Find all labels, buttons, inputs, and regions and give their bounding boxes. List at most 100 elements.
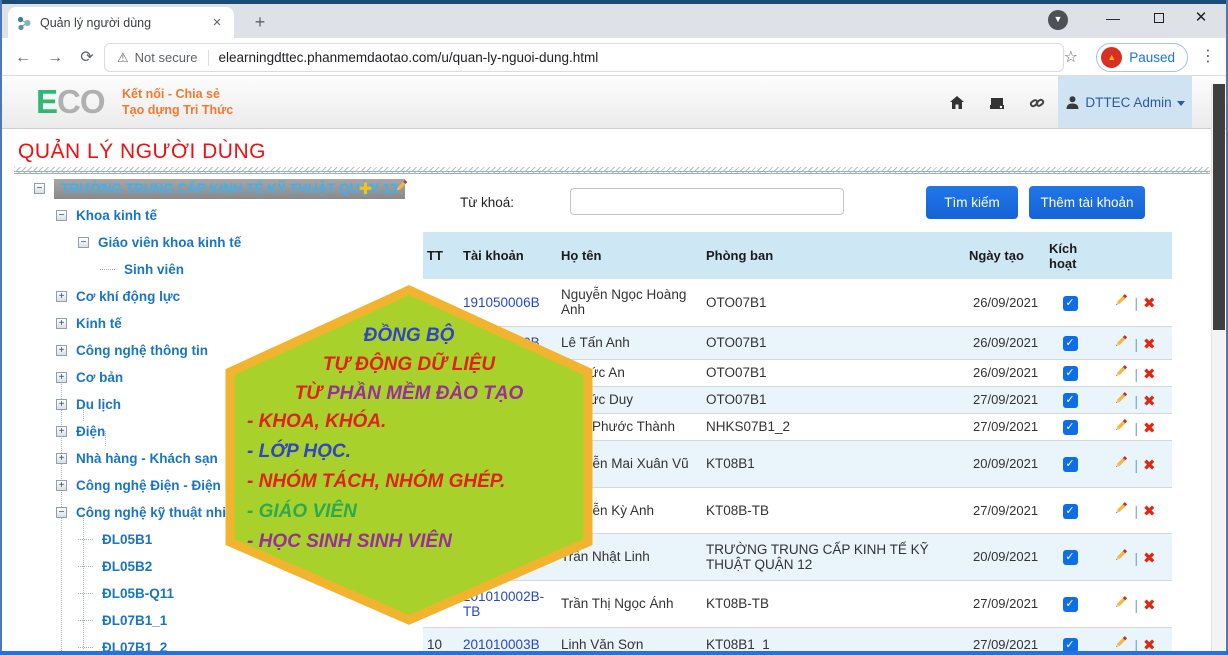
profile-chevron-icon[interactable]: ▼ [1048,10,1068,30]
active-checkbox[interactable]: ✓ [1063,550,1078,565]
tree-item-label[interactable]: Nhà hàng - Khách sạn [76,451,218,466]
edit-pencil-icon[interactable] [394,178,409,193]
maximize-button[interactable] [1136,4,1182,32]
plus-expander-icon[interactable]: + [56,318,67,329]
tree-item-label[interactable]: Công nghệ thông tin [76,343,208,358]
minus-expander-icon[interactable]: − [34,183,45,194]
tree-item-label[interactable]: Sinh viên [124,262,184,277]
scrollbar-thumb[interactable] [1213,84,1225,330]
active-checkbox[interactable]: ✓ [1063,597,1078,612]
tree-item-label[interactable]: ĐL05B2 [102,559,152,574]
tree-item-label[interactable]: ĐL05B-Q11 [102,586,174,601]
active-checkbox[interactable]: ✓ [1063,296,1078,311]
drive-icon[interactable] [988,94,1006,112]
home-icon[interactable] [948,94,966,112]
tree-item-label[interactable]: ĐL07B1_1 [102,613,167,628]
delete-x-icon[interactable]: ✖ [1143,550,1156,567]
edit-pencil-icon[interactable] [1113,292,1129,308]
overlay-bullet: - KHOA, KHÓA. [247,410,386,434]
plus-expander-icon[interactable]: + [56,345,67,356]
active-checkbox[interactable]: ✓ [1063,504,1078,519]
tree-item-root[interactable]: − TRƯỜNG TRUNG CẤP KINH TẾ KỸ THUẬT QUẬN… [0,175,423,202]
edit-pencil-icon[interactable] [1113,500,1129,516]
window-bottom-border [0,651,1228,655]
plus-expander-icon[interactable]: + [56,453,67,464]
tree-item-label[interactable]: Du lịch [76,397,121,412]
active-checkbox[interactable]: ✓ [1063,336,1078,351]
tree-item-label[interactable]: Giáo viên khoa kinh tế [98,235,241,250]
add-node-icon[interactable]: ✚ [359,179,372,199]
active-checkbox[interactable]: ✓ [1063,393,1078,408]
reload-icon[interactable]: ⟳ [74,45,100,71]
delete-x-icon[interactable]: ✖ [1143,366,1156,383]
minus-expander-icon[interactable]: − [56,507,67,518]
action-divider: | [1134,367,1138,382]
account-link[interactable]: 201010003B [463,637,540,652]
active-checkbox[interactable]: ✓ [1063,366,1078,381]
link-icon[interactable] [1028,94,1046,112]
tree-item-label[interactable]: Cơ bản [76,370,123,385]
minus-expander-icon[interactable]: − [78,237,89,248]
plus-expander-icon[interactable]: + [56,399,67,410]
user-menu[interactable]: DTTEC Admin [1058,76,1192,128]
tree-root-label[interactable]: TRƯỜNG TRUNG CẤP KINH TẾ KỸ THUẬT QUẬN 1… [54,179,405,199]
delete-x-icon[interactable]: ✖ [1143,295,1156,312]
address-bar[interactable]: ⚠ Not secure elearningdttec.phanmemdaota… [104,43,1064,72]
cell-dept: KT08B-TB [698,580,965,627]
edit-pencil-icon[interactable] [1113,454,1129,470]
tree-item-label[interactable]: Khoa kinh tế [76,208,157,223]
col-name: Họ tên [553,232,698,279]
tab-close-icon[interactable]: × [208,14,226,31]
overlay-bullet: - HỌC SINH SINH VIÊN [247,530,452,554]
page-scrollbar[interactable] [1211,84,1225,651]
plus-expander-icon[interactable]: + [56,426,67,437]
tree-item-label[interactable]: ĐL05B1 [102,532,152,547]
back-icon[interactable]: ← [10,45,36,71]
tree-item[interactable]: −Giáo viên khoa kinh tế [0,229,423,256]
window-left-border [0,0,2,655]
edit-pencil-icon[interactable] [1113,547,1129,563]
delete-x-icon[interactable]: ✖ [1143,393,1156,410]
delete-x-icon[interactable]: ✖ [1143,420,1156,437]
tree-item[interactable]: Sinh viên [0,256,423,283]
edit-pencil-icon[interactable] [1113,634,1129,650]
new-tab-button[interactable]: + [248,10,272,34]
edit-pencil-icon[interactable] [1113,363,1129,379]
search-button[interactable]: Tìm kiếm [926,186,1018,219]
browser-tab[interactable]: Quản lý người dùng × [8,7,234,38]
plus-expander-icon[interactable]: + [56,291,67,302]
tree-item-label[interactable]: Cơ khí động lực [76,289,180,304]
delete-x-icon[interactable]: ✖ [1143,457,1156,474]
tree-item[interactable]: −Khoa kinh tế [0,202,423,229]
active-checkbox[interactable]: ✓ [1063,420,1078,435]
tree-item-label[interactable]: Kinh tế [76,316,122,331]
add-account-button[interactable]: Thêm tài khoản [1029,186,1145,219]
edit-pencil-icon[interactable] [1113,417,1129,433]
plus-expander-icon[interactable]: + [56,480,67,491]
edit-pencil-icon[interactable] [1113,390,1129,406]
delete-x-icon[interactable]: ✖ [1143,503,1156,520]
keyword-input[interactable] [570,188,844,215]
tree-item-label[interactable]: Công nghệ kỹ thuật nhiệt [76,505,238,520]
delete-x-icon[interactable]: ✖ [1143,597,1156,614]
cell-dept: TRƯỜNG TRUNG CẤP KINH TẾ KỸ THUẬT QUẬN 1… [698,533,965,580]
sync-paused-button[interactable]: ▲ Paused [1096,43,1188,72]
bookmark-star-icon[interactable]: ☆ [1064,47,1078,67]
window-close-button[interactable]: ✕ [1178,4,1224,32]
minus-expander-icon[interactable]: − [56,210,67,221]
browser-menu-icon[interactable]: ⋮ [1200,46,1216,66]
delete-x-icon[interactable]: ✖ [1143,336,1156,353]
action-divider: | [1134,598,1138,613]
forward-icon[interactable]: → [42,45,68,71]
col-actions [1097,232,1172,279]
edit-pencil-icon[interactable] [1113,333,1129,349]
tree-item-label[interactable]: Điện [76,424,105,439]
minimize-button[interactable]: — [1090,4,1136,32]
eco-logo: ECO [36,83,105,121]
action-divider: | [1134,551,1138,566]
overlay-bullet: - LỚP HỌC. [247,440,351,464]
active-checkbox[interactable]: ✓ [1063,457,1078,472]
cell-dept: OTO07B1 [698,279,965,326]
plus-expander-icon[interactable]: + [56,372,67,383]
edit-pencil-icon[interactable] [1113,594,1129,610]
